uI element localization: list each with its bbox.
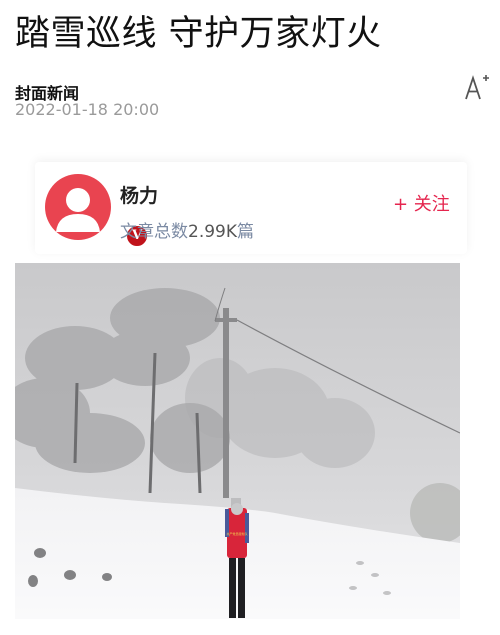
photo-vest-text: 共产党员服务队	[226, 531, 247, 536]
avatar-person-icon	[56, 188, 100, 232]
author-article-count: 文章总数2.99K篇	[120, 217, 254, 242]
font-size-icon[interactable]	[463, 72, 491, 102]
stats-suffix: 篇	[237, 222, 254, 242]
author-avatar[interactable]	[45, 174, 111, 240]
article-date: 2022-01-18 20:00	[15, 100, 160, 119]
follow-button[interactable]: + 关注	[393, 190, 450, 216]
stats-prefix: 文章总数	[120, 222, 188, 242]
article-title: 踏雪巡线 守护万家灯火	[15, 14, 382, 54]
stats-count: 2.99K	[188, 222, 237, 242]
author-name[interactable]: 杨力	[120, 181, 158, 208]
article-photo: 共产党员服务队	[15, 263, 460, 619]
author-card: V 杨力 文章总数2.99K篇 + 关注	[35, 162, 467, 254]
